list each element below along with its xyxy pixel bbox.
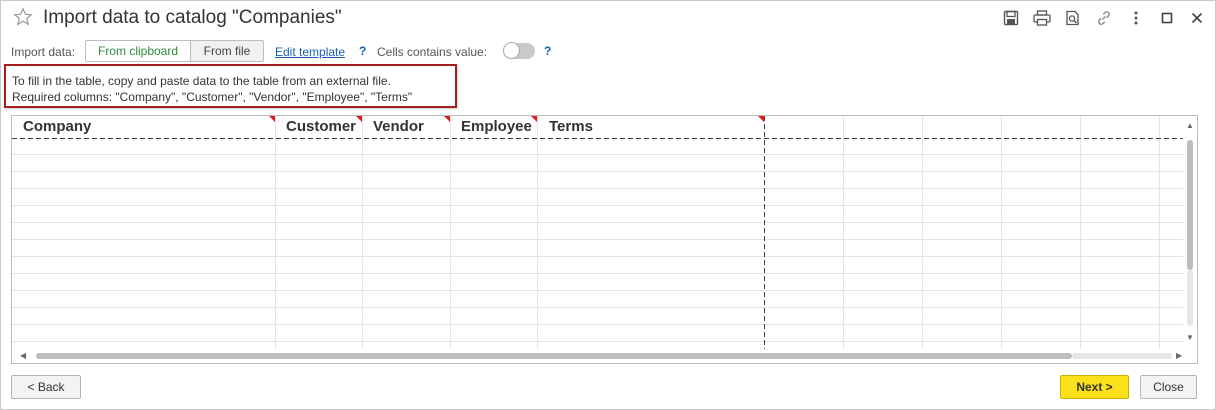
instructions-line-1: To fill in the table, copy and paste dat… <box>12 74 391 88</box>
maximize-icon[interactable] <box>1158 9 1176 27</box>
scroll-left-icon[interactable]: ◀ <box>20 352 26 360</box>
required-marker <box>531 116 537 122</box>
import-data-label: Import data: <box>11 45 76 59</box>
import-toolbar: Import data: From clipboard From file Ed… <box>1 39 1215 65</box>
column-header-terms[interactable]: Terms <box>549 118 593 135</box>
column-header-customer[interactable]: Customer <box>286 118 356 135</box>
print-preview-icon[interactable] <box>1064 9 1082 27</box>
required-marker <box>758 116 764 122</box>
required-marker <box>444 116 450 122</box>
back-button[interactable]: < Back <box>11 375 81 399</box>
vertical-scroll-thumb[interactable] <box>1187 140 1193 270</box>
vertical-scrollbar[interactable]: ▲ ▼ <box>1183 116 1197 349</box>
link-icon[interactable] <box>1095 9 1113 27</box>
scroll-up-icon[interactable]: ▲ <box>1186 122 1194 130</box>
import-dialog: Import data to catalog "Companies" Impor… <box>0 0 1216 410</box>
more-icon[interactable] <box>1127 9 1145 27</box>
title-bar: Import data to catalog "Companies" <box>1 1 1215 35</box>
cells-contains-value-toggle[interactable] <box>503 42 535 59</box>
help-icon[interactable]: ? <box>359 44 366 58</box>
instructions-line-2: Required columns: "Company", "Customer",… <box>12 90 413 104</box>
scroll-down-icon[interactable]: ▼ <box>1186 334 1194 342</box>
from-clipboard-button[interactable]: From clipboard <box>85 40 191 62</box>
close-button[interactable]: Close <box>1140 375 1197 399</box>
from-file-button[interactable]: From file <box>190 40 264 62</box>
window-title: Import data to catalog "Companies" <box>43 7 342 28</box>
required-marker <box>269 116 275 122</box>
help-icon[interactable]: ? <box>544 44 551 58</box>
spreadsheet-grid[interactable] <box>12 116 1184 349</box>
next-button[interactable]: Next > <box>1060 375 1129 399</box>
close-icon[interactable] <box>1188 9 1206 27</box>
column-header-employee[interactable]: Employee <box>461 118 532 135</box>
required-marker <box>356 116 362 122</box>
toggle-knob <box>503 42 520 59</box>
star-icon[interactable] <box>13 7 33 27</box>
save-icon[interactable] <box>1002 9 1020 27</box>
edit-template-link[interactable]: Edit template <box>275 45 345 59</box>
scroll-right-icon[interactable]: ▶ <box>1176 352 1182 360</box>
horizontal-scrollbar[interactable]: ◀ ▶ <box>12 349 1197 363</box>
vertical-scroll-track[interactable] <box>1187 270 1193 326</box>
spreadsheet[interactable]: Company Customer Vendor Employee Terms ▲… <box>11 115 1198 364</box>
horizontal-scroll-track[interactable] <box>1072 353 1172 359</box>
column-header-company[interactable]: Company <box>23 118 91 135</box>
horizontal-scroll-thumb[interactable] <box>36 353 1072 359</box>
instructions-box: To fill in the table, copy and paste dat… <box>4 64 457 108</box>
print-icon[interactable] <box>1033 9 1051 27</box>
column-header-vendor[interactable]: Vendor <box>373 118 424 135</box>
cells-contains-value-label: Cells contains value: <box>377 45 488 59</box>
